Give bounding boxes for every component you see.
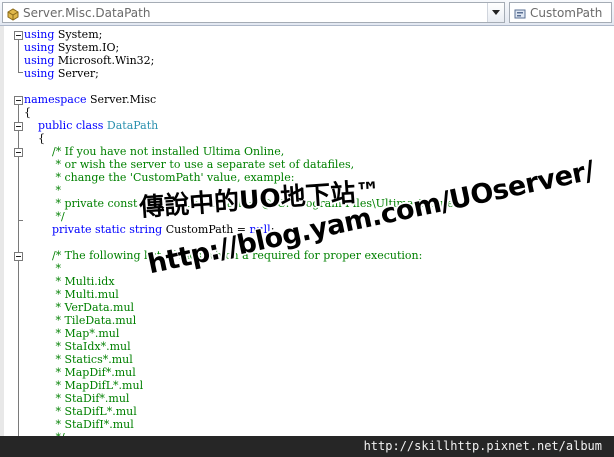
code-token: using [24, 41, 55, 54]
code-line[interactable]: * MapDifL*.mul [24, 379, 143, 392]
collapse-icon[interactable] [14, 122, 23, 131]
outline-line [18, 220, 23, 221]
code-line[interactable]: */ [24, 210, 65, 223]
code-token: * StaIdx*.mul [55, 340, 131, 353]
code-token: /* If you have not installed Ultima Onli… [51, 145, 285, 158]
code-token: Server.Misc [86, 93, 157, 106]
code-line[interactable]: * StaDif*.mul [24, 392, 129, 405]
code-token: private static string [51, 223, 163, 236]
code-token: * StaDifI*.mul [55, 418, 134, 431]
code-line[interactable]: * StaDifI*.mul [24, 418, 134, 431]
code-token: * Statics*.mul [55, 353, 133, 366]
code-line[interactable]: * Multi.mul [24, 288, 119, 301]
code-token: namespace [24, 93, 87, 106]
code-line[interactable]: { [24, 132, 45, 145]
code-token: * VerData.mul [55, 301, 135, 314]
code-line[interactable]: * Statics*.mul [24, 353, 133, 366]
code-token: * [55, 184, 61, 197]
outline-line [18, 72, 23, 73]
code-line[interactable]: using System.IO; [24, 41, 119, 54]
code-line[interactable]: { [24, 106, 31, 119]
code-token: Server; [54, 67, 99, 80]
class-icon [6, 6, 20, 21]
code-line[interactable]: * [24, 184, 61, 197]
code-token: * StaDif*.mul [55, 392, 130, 405]
collapse-icon[interactable] [14, 31, 23, 40]
code-token: { [24, 132, 45, 145]
code-line[interactable]: * Multi.idx [24, 275, 115, 288]
code-line[interactable]: * VerData.mul [24, 301, 134, 314]
footer-watermark: http://skillhttp.pixnet.net/album [0, 436, 614, 457]
code-token: * [55, 262, 61, 275]
code-line[interactable]: * Map*.mul [24, 327, 119, 340]
code-token: System.IO; [54, 41, 120, 54]
code-token: using [24, 28, 55, 41]
type-selector-value: Server.Misc.DataPath [23, 5, 151, 20]
outline-line [18, 40, 19, 72]
code-token: public class [38, 119, 104, 132]
code-navigation-bar: Server.Misc.DataPath CustomPath [0, 0, 614, 26]
code-token: Microsoft.Win32; [54, 54, 155, 67]
code-line[interactable]: * StaIdx*.mul [24, 340, 131, 353]
collapse-icon[interactable] [14, 252, 23, 261]
member-selector-dropdown[interactable]: CustomPath [509, 2, 612, 23]
code-token: { [24, 106, 31, 119]
code-line[interactable]: namespace Server.Misc [24, 93, 156, 106]
code-line[interactable]: /* If you have not installed Ultima Onli… [24, 145, 284, 158]
member-selector-value: CustomPath [530, 5, 603, 20]
code-token: DataPath [106, 119, 159, 132]
code-token: * Multi.mul [55, 288, 119, 301]
code-line[interactable]: public class DataPath [24, 119, 158, 132]
code-line[interactable]: using System; [24, 28, 102, 41]
code-token: * or wish the server to use a separate s… [55, 158, 355, 171]
code-token: */ [55, 210, 65, 223]
code-line[interactable]: * TileData.mul [24, 314, 136, 327]
code-line[interactable]: using Server; [24, 67, 99, 80]
property-icon [513, 6, 527, 20]
code-line[interactable]: * MapDif*.mul [24, 366, 136, 379]
collapse-icon[interactable] [14, 148, 23, 157]
code-token: * Map*.mul [55, 327, 120, 340]
code-token: * StaDifL*.mul [55, 405, 137, 418]
code-token: * MapDif*.mul [55, 366, 136, 379]
code-line[interactable]: * or wish the server to use a separate s… [24, 158, 354, 171]
code-token: using [24, 67, 55, 80]
code-token: * TileData.mul [55, 314, 137, 327]
type-selector-dropdown[interactable]: Server.Misc.DataPath [2, 2, 505, 23]
selection-margin [0, 26, 4, 436]
code-line[interactable]: using Microsoft.Win32; [24, 54, 154, 67]
code-token: * Multi.idx [55, 275, 115, 288]
code-token: System; [54, 28, 103, 41]
code-line[interactable]: * [24, 262, 61, 275]
code-line[interactable]: * StaDifL*.mul [24, 405, 137, 418]
code-token: using [24, 54, 55, 67]
chevron-down-icon[interactable] [487, 3, 504, 22]
code-token: * MapDifL*.mul [55, 379, 144, 392]
collapse-icon[interactable] [14, 96, 23, 105]
